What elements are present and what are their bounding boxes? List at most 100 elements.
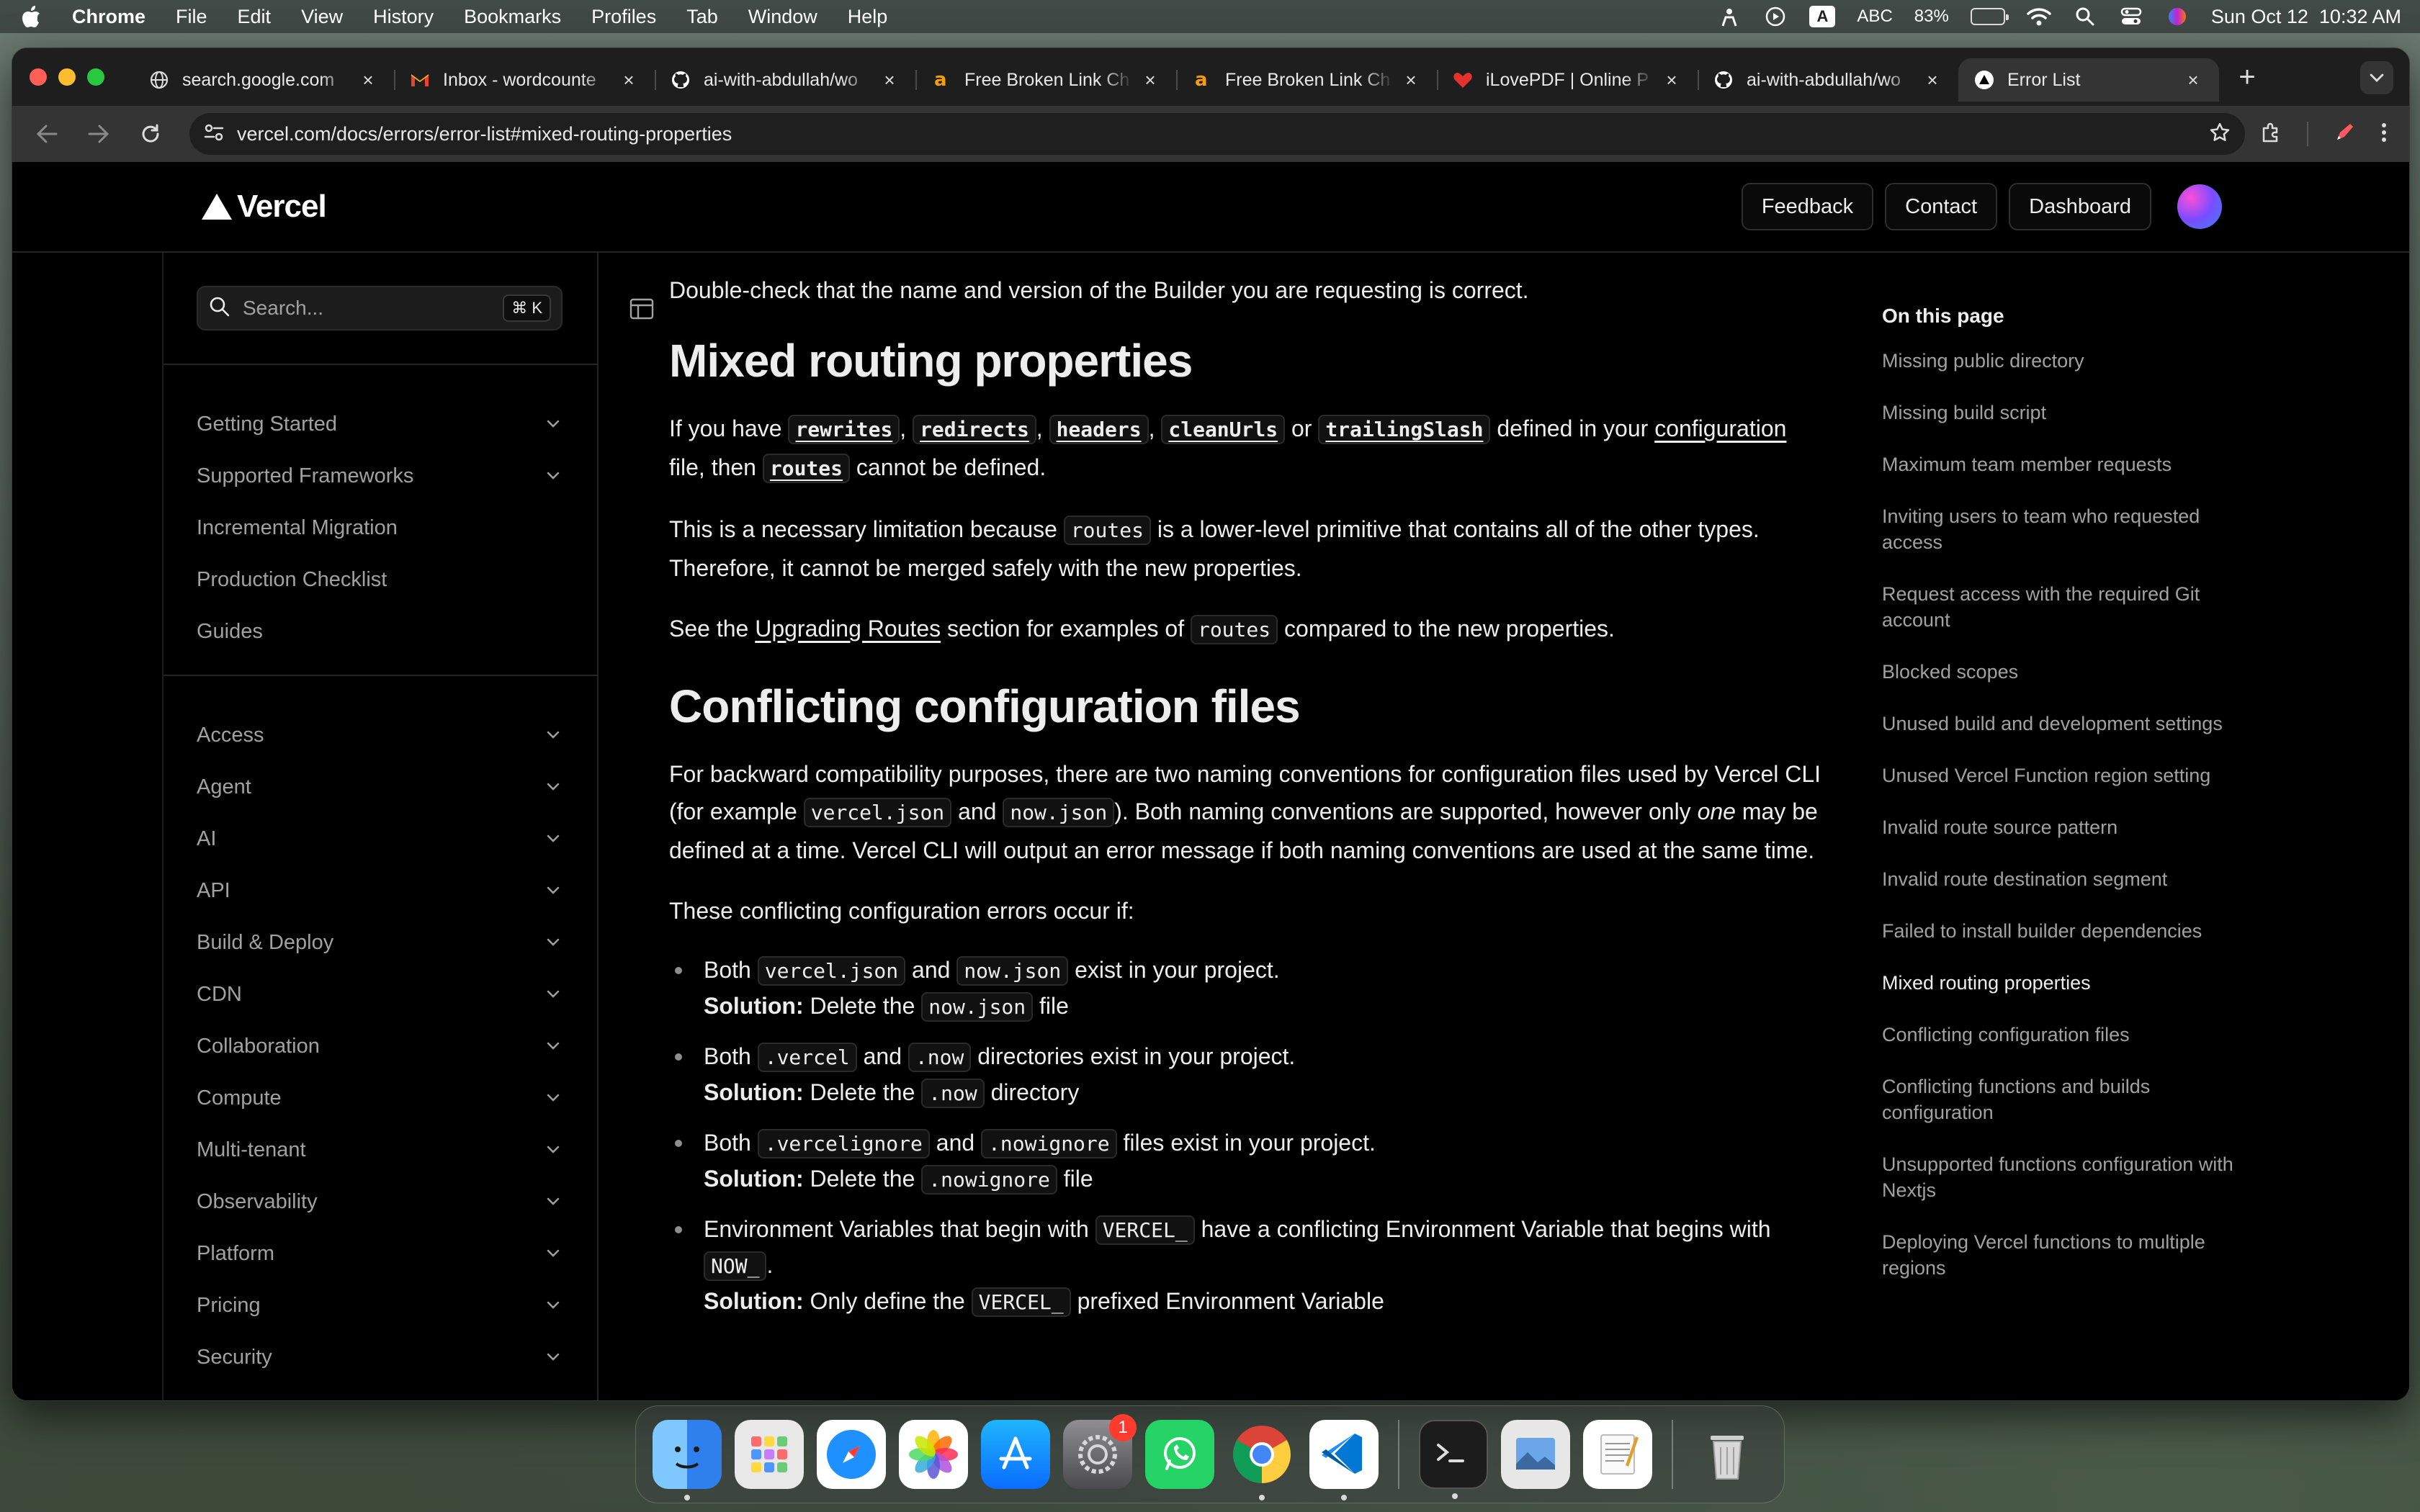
- terminal-icon[interactable]: [1419, 1420, 1488, 1499]
- sidebar-item-security[interactable]: Security: [163, 1331, 597, 1383]
- toc-link[interactable]: Conflicting functions and builds configu…: [1882, 1074, 2242, 1125]
- bookmark-star-icon[interactable]: [2209, 122, 2231, 147]
- app-store-icon[interactable]: [981, 1420, 1050, 1489]
- toc-link[interactable]: Maximum team member requests: [1882, 451, 2242, 477]
- url-text[interactable]: vercel.com/docs/errors/error-list#mixed-…: [237, 123, 2209, 145]
- sidebar-item-guides[interactable]: Guides: [163, 606, 597, 657]
- sidebar-item-access[interactable]: Access: [163, 709, 597, 761]
- close-tab-icon[interactable]: ×: [879, 69, 900, 91]
- reload-button[interactable]: [130, 114, 171, 154]
- close-tab-icon[interactable]: ×: [1922, 69, 1942, 91]
- sidebar-item-ai[interactable]: AI: [163, 813, 597, 865]
- battery-icon[interactable]: [1970, 8, 2009, 25]
- tab-search-button[interactable]: [2360, 61, 2393, 94]
- feedback-button[interactable]: Feedback: [1741, 183, 1874, 230]
- sidebar-item-agent[interactable]: Agent: [163, 761, 597, 813]
- apple-icon[interactable]: [19, 4, 43, 29]
- trash-icon[interactable]: [1693, 1420, 1762, 1489]
- sidebar-item-api[interactable]: API: [163, 865, 597, 917]
- close-tab-icon[interactable]: ×: [1662, 69, 1682, 91]
- trailingslash-link[interactable]: trailingSlash: [1318, 415, 1491, 444]
- menu-edit[interactable]: Edit: [238, 6, 272, 28]
- preview-icon[interactable]: [1501, 1420, 1570, 1489]
- sidebar-item-incremental-migration[interactable]: Incremental Migration: [163, 502, 597, 554]
- minimize-window-button[interactable]: [58, 68, 76, 86]
- menu-window[interactable]: Window: [748, 6, 817, 28]
- address-bar[interactable]: vercel.com/docs/errors/error-list#mixed-…: [189, 113, 2245, 155]
- tab-broken-link-2[interactable]: a Free Broken Link Ch ×: [1176, 58, 1437, 102]
- extensions-icon[interactable]: [2259, 121, 2282, 148]
- redirects-link[interactable]: redirects: [913, 415, 1036, 444]
- close-tab-icon[interactable]: ×: [1401, 69, 1421, 91]
- input-source-label[interactable]: ABC: [1857, 6, 1892, 27]
- toc-link[interactable]: Mixed routing properties: [1882, 970, 2242, 996]
- fullscreen-window-button[interactable]: [87, 68, 104, 86]
- close-tab-icon[interactable]: ×: [2183, 69, 2203, 91]
- rewrites-link[interactable]: rewrites: [788, 415, 900, 444]
- control-center-icon[interactable]: [2119, 4, 2143, 29]
- vscode-icon[interactable]: [1309, 1420, 1379, 1500]
- tab-gmail[interactable]: Inbox - wordcounte ×: [394, 58, 655, 102]
- vercel-logo[interactable]: Vercel: [201, 189, 327, 225]
- dashboard-button[interactable]: Dashboard: [2009, 183, 2151, 230]
- airdrop-icon[interactable]: [1717, 4, 1742, 29]
- sidebar-item-observability[interactable]: Observability: [163, 1176, 597, 1228]
- menu-help[interactable]: Help: [848, 6, 888, 28]
- more-menu-icon[interactable]: [2380, 121, 2388, 148]
- clock[interactable]: Sun Oct 12 10:32 AM: [2211, 6, 2401, 28]
- menu-history[interactable]: History: [373, 6, 434, 28]
- heading-conflicting-config[interactable]: Conflicting configuration files: [669, 678, 1821, 735]
- sidebar-item-collaboration[interactable]: Collaboration: [163, 1020, 597, 1072]
- toc-link[interactable]: Failed to install builder dependencies: [1882, 918, 2242, 944]
- contact-button[interactable]: Contact: [1885, 183, 1998, 230]
- pen-extension-icon[interactable]: [2333, 121, 2356, 148]
- menu-app-name[interactable]: Chrome: [72, 6, 145, 28]
- sidebar-item-platform[interactable]: Platform: [163, 1228, 597, 1279]
- sidebar-toggle-icon[interactable]: [627, 294, 656, 323]
- wifi-icon[interactable]: [2027, 4, 2051, 29]
- close-window-button[interactable]: [30, 68, 47, 86]
- routes-link[interactable]: routes: [762, 454, 851, 483]
- sidebar-item-production-checklist[interactable]: Production Checklist: [163, 554, 597, 606]
- tab-github-1[interactable]: ai-with-abdullah/wo ×: [655, 58, 915, 102]
- heading-mixed-routing[interactable]: Mixed routing properties: [669, 332, 1821, 390]
- sidebar-item-build-deploy[interactable]: Build & Deploy: [163, 917, 597, 968]
- toc-link[interactable]: Missing public directory: [1882, 348, 2242, 374]
- toc-link[interactable]: Inviting users to team who requested acc…: [1882, 503, 2242, 555]
- avatar[interactable]: [2177, 184, 2222, 229]
- chrome-icon[interactable]: [1227, 1420, 1296, 1500]
- photos-icon[interactable]: [899, 1420, 968, 1489]
- sidebar-item-multi-tenant[interactable]: Multi-tenant: [163, 1124, 597, 1176]
- toc-link[interactable]: Unused Vercel Function region setting: [1882, 762, 2242, 788]
- toc-link[interactable]: Invalid route destination segment: [1882, 866, 2242, 892]
- tab-ilovepdf[interactable]: iLovePDF | Online P ×: [1437, 58, 1698, 102]
- system-settings-icon[interactable]: 1: [1063, 1414, 1137, 1489]
- site-info-icon[interactable]: [204, 123, 224, 145]
- close-tab-icon[interactable]: ×: [619, 69, 639, 91]
- headers-link[interactable]: headers: [1049, 415, 1149, 444]
- sidebar-item-getting-started[interactable]: Getting Started: [163, 398, 597, 450]
- configuration-link[interactable]: configuration: [1654, 415, 1786, 441]
- new-tab-button[interactable]: +: [2229, 59, 2265, 95]
- menu-view[interactable]: View: [301, 6, 343, 28]
- upgrading-routes-link[interactable]: Upgrading Routes: [755, 616, 941, 642]
- sidebar-item-pricing[interactable]: Pricing: [163, 1279, 597, 1331]
- tab-google-search[interactable]: search.google.com ×: [133, 58, 394, 102]
- whatsapp-icon[interactable]: [1145, 1420, 1214, 1489]
- toc-link[interactable]: Missing build script: [1882, 400, 2242, 426]
- close-tab-icon[interactable]: ×: [358, 69, 378, 91]
- toc-link[interactable]: Unused build and development settings: [1882, 711, 2242, 737]
- safari-icon[interactable]: [817, 1420, 886, 1489]
- menu-tab[interactable]: Tab: [686, 6, 718, 28]
- finder-icon[interactable]: [653, 1420, 722, 1500]
- forward-button[interactable]: [79, 114, 119, 154]
- toc-link[interactable]: Conflicting configuration files: [1882, 1022, 2242, 1048]
- back-button[interactable]: [27, 114, 67, 154]
- launchpad-icon[interactable]: [735, 1420, 804, 1489]
- menu-profiles[interactable]: Profiles: [591, 6, 656, 28]
- menu-bookmarks[interactable]: Bookmarks: [464, 6, 561, 28]
- input-source-icon[interactable]: A: [1809, 6, 1836, 27]
- tab-error-list[interactable]: Error List ×: [1958, 58, 2219, 102]
- toc-link[interactable]: Request access with the required Git acc…: [1882, 581, 2242, 633]
- toc-link[interactable]: Unsupported functions configuration with…: [1882, 1151, 2242, 1203]
